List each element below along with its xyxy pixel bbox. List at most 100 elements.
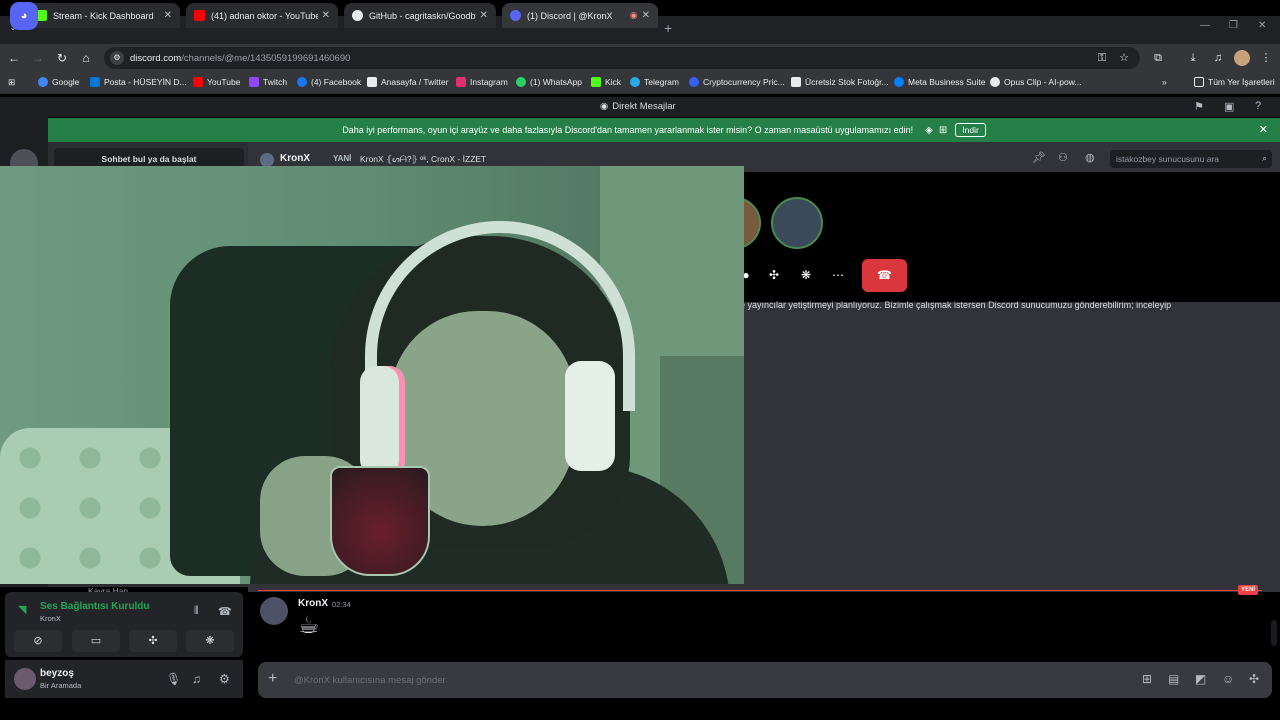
camera-off-button[interactable]: ⊘ xyxy=(14,630,62,652)
headset-earcup xyxy=(360,366,405,476)
google-icon xyxy=(38,77,48,87)
add-friend-icon[interactable]: ⚇ xyxy=(1058,151,1068,164)
bookmark-youtube[interactable]: YouTube xyxy=(193,77,240,87)
activities-button[interactable]: ✣ xyxy=(129,630,177,652)
back-icon[interactable]: ← xyxy=(6,50,22,66)
tab-github[interactable]: GitHub - cagritaskn/GoodbyeD ✕ xyxy=(344,3,496,28)
apps-icon[interactable]: ✣ xyxy=(1249,672,1259,686)
noise-suppression-icon[interactable]: ⫴ xyxy=(194,605,199,618)
more-bookmarks-icon[interactable]: » xyxy=(1162,77,1167,87)
bookmark-star-icon[interactable]: ☆ xyxy=(1116,50,1132,66)
extensions-icon[interactable]: ⧉ xyxy=(1150,50,1166,66)
bookmark-stock-photos[interactable]: Ücretsiz Stok Fotoğr... xyxy=(791,77,889,87)
user-avatar[interactable] xyxy=(14,668,36,690)
settings-gear-icon[interactable]: ⚙ xyxy=(219,672,230,686)
bookmark-meta-business[interactable]: Meta Business Suite xyxy=(894,77,985,87)
apps-grid-icon[interactable]: ⊞ xyxy=(8,77,15,88)
disconnect-call-button[interactable]: ☎ xyxy=(862,259,907,292)
flag-icon[interactable]: ⚑ xyxy=(1194,100,1204,113)
forward-icon[interactable]: → xyxy=(30,50,46,66)
youtube-icon xyxy=(193,77,203,87)
bookmark-posta[interactable]: Posta - HÜSEYİN D... xyxy=(90,77,187,87)
youtube-favicon-icon xyxy=(194,10,205,21)
close-tab-icon[interactable]: ✕ xyxy=(480,10,488,21)
bookmark-google[interactable]: Google xyxy=(38,77,79,87)
sticker-icon[interactable]: ◩ xyxy=(1195,672,1206,686)
bookmark-telegram[interactable]: Telegram xyxy=(630,77,679,87)
header-username[interactable]: KronX xyxy=(280,153,310,164)
user-profile-icon[interactable]: ◍ xyxy=(1085,151,1095,164)
gif-icon[interactable]: ▤ xyxy=(1168,672,1179,686)
help-icon[interactable]: ? xyxy=(1255,100,1261,112)
windows-icon: ⊞ xyxy=(938,124,948,136)
password-key-icon[interactable]: ⚿ xyxy=(1094,50,1110,66)
header-avatar xyxy=(260,153,274,167)
pin-icon[interactable]: 📌︎ xyxy=(1032,151,1046,164)
activities-icon[interactable]: ✣ xyxy=(760,262,788,288)
url-host: discord.com xyxy=(130,52,182,64)
close-tab-icon[interactable]: ✕ xyxy=(164,10,172,21)
media-control-icon[interactable]: ♫ xyxy=(1210,50,1226,66)
tab-youtube[interactable]: (41) adnan oktor - YouTube ✕ xyxy=(186,3,338,28)
discord-home-icon[interactable]: ◕ xyxy=(10,2,38,30)
twitch-icon xyxy=(249,77,259,87)
gift-icon[interactable]: ⊞ xyxy=(1142,672,1152,686)
disconnect-icon[interactable]: ☎ xyxy=(218,605,232,618)
address-toolbar: ← → ↻ ⌂ ⚙ discord.com/channels/@me/14350… xyxy=(0,44,1280,72)
download-icon[interactable]: ⤓ xyxy=(1185,50,1201,66)
bookmark-facebook[interactable]: (4) Facebook xyxy=(297,77,361,87)
emoji-icon[interactable]: ☺ xyxy=(1222,672,1234,686)
download-button[interactable]: İndir xyxy=(955,123,986,137)
url-path: /channels/@me/1435059199691460690 xyxy=(181,52,351,64)
message-avatar[interactable] xyxy=(260,597,288,625)
bookmark-twitch[interactable]: Twitch xyxy=(249,77,287,87)
restore-icon[interactable]: ❐ xyxy=(1229,20,1238,31)
minimize-icon[interactable]: — xyxy=(1200,20,1210,31)
bookmark-instagram[interactable]: Instagram xyxy=(456,77,508,87)
site-info-icon[interactable]: ⚙ xyxy=(110,51,124,65)
user-status: Bir Aramada xyxy=(40,681,82,690)
microphone-icon[interactable]: 🎙︎ xyxy=(166,672,181,686)
instagram-icon xyxy=(456,77,466,87)
screen-share-button[interactable]: ▭ xyxy=(72,630,120,652)
soundboard-button[interactable]: ❋ xyxy=(186,630,234,652)
bookmark-coinmarketcap[interactable]: Cryptocurrency Pric... xyxy=(689,77,785,87)
headset-earcup xyxy=(565,361,615,471)
inbox-icon[interactable]: ▣ xyxy=(1224,100,1234,113)
whatsapp-icon xyxy=(516,77,526,87)
close-tab-icon[interactable]: ✕ xyxy=(322,10,330,21)
folder-icon xyxy=(1194,77,1204,87)
reload-icon[interactable]: ↻ xyxy=(54,50,70,66)
bookmark-twitter[interactable]: Anasayfa / Twitter xyxy=(367,77,448,87)
attach-plus-icon[interactable]: + xyxy=(268,670,277,688)
voice-status[interactable]: Ses Bağlantısı Kuruldu xyxy=(40,601,149,612)
close-tab-icon[interactable]: ✕ xyxy=(642,10,650,21)
home-icon[interactable]: ⌂ xyxy=(78,50,94,66)
tab-discord[interactable]: (1) Discord | @KronX ◉ ✕ xyxy=(502,3,658,28)
all-bookmarks-folder[interactable]: Tüm Yer İşaretleri xyxy=(1194,77,1275,87)
new-tab-icon[interactable]: + xyxy=(664,20,672,36)
message-input[interactable] xyxy=(294,671,1094,689)
bookmark-whatsapp[interactable]: (1) WhatsApp xyxy=(516,77,582,87)
server-search-input[interactable]: istakozbey sunucusunu ara ⌕ xyxy=(1110,150,1272,168)
profile-avatar[interactable] xyxy=(1234,50,1250,66)
tab-kick-dashboard[interactable]: Stream - Kick Dashboard ✕ xyxy=(28,3,180,28)
header-members: KronX ⦃ᔕᗩ?⦄ ᵒᵏ, CronX - İZZET xyxy=(360,154,487,164)
soundboard-icon[interactable]: ❋ xyxy=(792,262,820,288)
more-options-icon[interactable]: ⋯ xyxy=(824,262,852,288)
discord-favicon-icon xyxy=(510,10,521,21)
menu-kebab-icon[interactable]: ⋮ xyxy=(1258,50,1274,66)
pexels-icon xyxy=(791,77,801,87)
bookmark-kick[interactable]: Kick xyxy=(591,77,621,87)
participant-avatar[interactable] xyxy=(771,197,823,249)
message-author[interactable]: KronX xyxy=(298,598,328,609)
address-bar[interactable]: ⚙ discord.com/channels/@me/1435059199691… xyxy=(104,47,1140,69)
close-banner-icon[interactable]: ✕ xyxy=(1259,123,1268,136)
scrollbar-thumb[interactable] xyxy=(1271,620,1277,646)
user-name[interactable]: beyzoş xyxy=(40,668,74,679)
close-window-icon[interactable]: ✕ xyxy=(1258,20,1266,31)
bookmark-opus-clip[interactable]: Opus Clip - AI-pow... xyxy=(990,77,1081,87)
search-icon: ⌕ xyxy=(1261,153,1267,163)
signal-icon: ◥ xyxy=(18,604,27,616)
headphones-icon[interactable]: ♫ xyxy=(192,672,201,686)
